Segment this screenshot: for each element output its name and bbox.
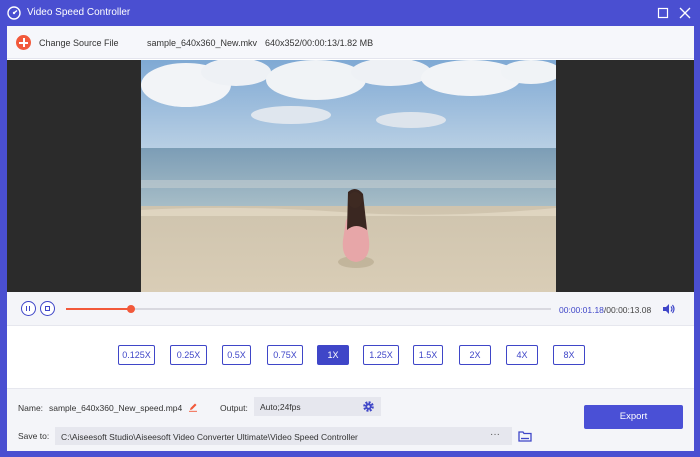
output-format-field[interactable]: Auto;24fps <box>254 397 381 416</box>
change-source-button[interactable]: Change Source File <box>39 38 119 48</box>
stop-icon <box>44 305 50 311</box>
gear-icon[interactable] <box>362 400 375 413</box>
speed-option-1-25x[interactable]: 1.25X <box>363 345 399 365</box>
restore-icon[interactable] <box>655 5 671 21</box>
speed-option-0-5x[interactable]: 0.5X <box>222 345 251 365</box>
source-bar: Change Source File sample_640x360_New.mk… <box>7 26 694 59</box>
time-display: 00:00:01.18/00:00:13.08 <box>559 305 651 315</box>
speed-option-4x[interactable]: 4X <box>506 345 538 365</box>
window-title: Video Speed Controller <box>27 7 131 18</box>
speed-option-1-5x[interactable]: 1.5X <box>413 345 443 365</box>
volume-icon[interactable] <box>661 302 675 316</box>
output-file-name: sample_640x360_New_speed.mp4 <box>49 403 183 413</box>
total-time: /00:00:13.08 <box>603 305 652 315</box>
stop-button[interactable] <box>40 301 55 316</box>
output-settings: Name: sample_640x360_New_speed.mp4 Outpu… <box>7 388 694 451</box>
speed-option-0-125x[interactable]: 0.125X <box>118 345 155 365</box>
main-panel: Change Source File sample_640x360_New.mk… <box>7 26 694 451</box>
pause-button[interactable] <box>21 301 36 316</box>
pause-icon <box>26 305 30 311</box>
title-bar: Video Speed Controller <box>0 0 700 26</box>
progress-fill <box>66 308 132 310</box>
video-preview-area <box>7 60 694 292</box>
speed-option-0-75x[interactable]: 0.75X <box>267 345 303 365</box>
browse-button[interactable]: ··· <box>485 430 505 442</box>
output-format-value: Auto;24fps <box>260 402 301 412</box>
speed-option-2x[interactable]: 2X <box>459 345 491 365</box>
video-frame <box>141 60 556 292</box>
speed-option-8x[interactable]: 8X <box>553 345 585 365</box>
playback-controls: 00:00:01.18/00:00:13.08 <box>7 292 694 326</box>
speedometer-icon <box>7 6 21 20</box>
export-button[interactable]: Export <box>584 405 683 429</box>
app-window: Video Speed Controller Change Source Fil… <box>0 0 700 457</box>
current-time: 00:00:01.18 <box>559 305 604 315</box>
progress-thumb[interactable] <box>127 305 136 313</box>
close-icon[interactable] <box>677 5 693 21</box>
save-path-field[interactable]: C:\Aiseesoft Studio\Aiseesoft Video Conv… <box>55 427 512 445</box>
plus-circle-icon[interactable] <box>16 35 31 50</box>
speed-option-1x[interactable]: 1X <box>317 345 349 365</box>
folder-icon[interactable] <box>518 430 532 442</box>
speed-options: 0.125X 0.25X 0.5X 0.75X 1X 1.25X 1.5X 2X 4X 8X <box>7 327 694 387</box>
speed-option-0-25x[interactable]: 0.25X <box>170 345 207 365</box>
source-file-name: sample_640x360_New.mkv <box>147 38 258 48</box>
pencil-icon[interactable] <box>188 402 198 412</box>
progress-track[interactable] <box>66 305 551 313</box>
source-file-info: 640x352/00:00:13/1.82 MB <box>265 38 374 48</box>
output-label: Output: <box>220 403 248 413</box>
name-label: Name: <box>18 403 44 413</box>
save-to-label: Save to: <box>18 431 50 441</box>
save-path-value: C:\Aiseesoft Studio\Aiseesoft Video Conv… <box>61 431 358 442</box>
